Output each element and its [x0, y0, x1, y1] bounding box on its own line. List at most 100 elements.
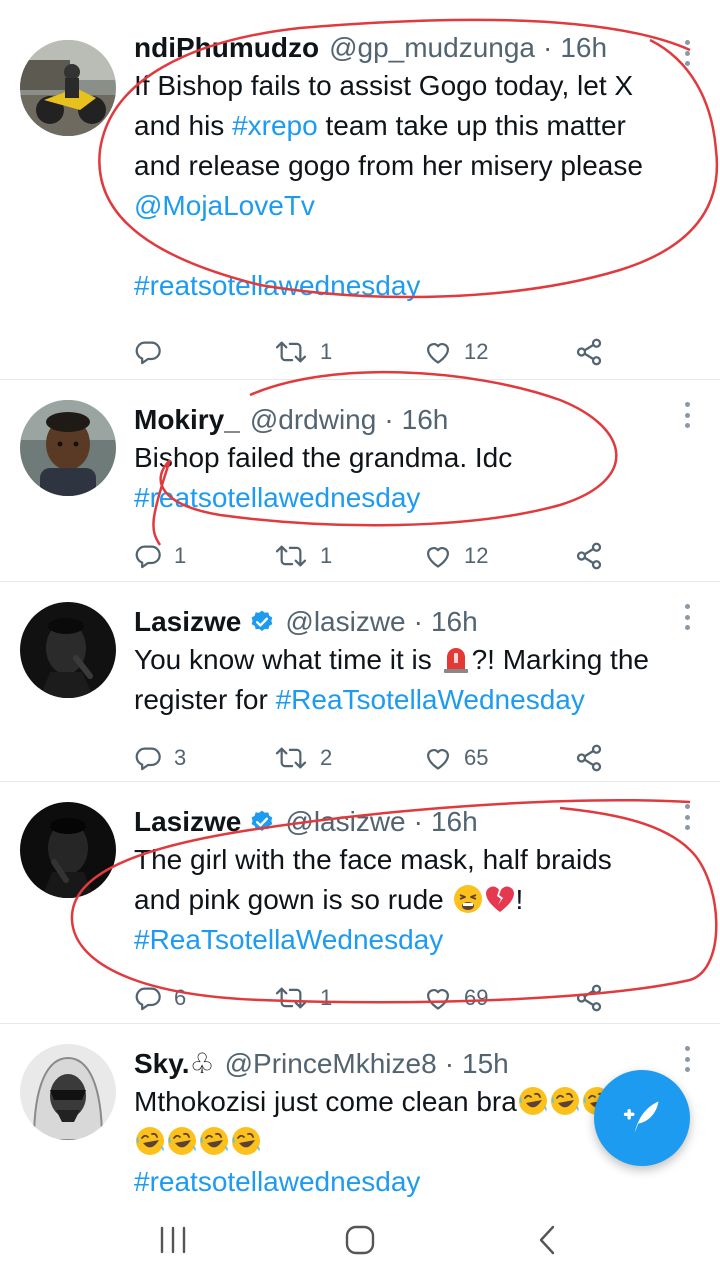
rofl-emoji	[136, 1127, 164, 1155]
like-button[interactable]: 65	[424, 744, 574, 772]
more-options-icon[interactable]	[684, 40, 690, 66]
separator-dot: ·	[444, 1048, 455, 1079]
home-button[interactable]	[330, 1210, 390, 1270]
reply-icon	[135, 341, 161, 365]
tweet-actions: 1 12	[134, 314, 690, 390]
user-handle[interactable]: @PrinceMkhize8	[225, 1046, 437, 1082]
tweet[interactable]: ndiPhumudzo @gp_mudzunga · 16h If Bishop…	[0, 0, 720, 380]
hashtag-or-mention-link[interactable]: #reatsotellawednesday	[134, 1166, 420, 1197]
hashtag-or-mention-link[interactable]: #ReaTsotellaWednesday	[134, 924, 443, 955]
hashtag-or-mention-link[interactable]: @MojaLoveTv	[134, 190, 315, 221]
share-icon	[576, 744, 602, 772]
separator-dot: ·	[413, 806, 423, 837]
timeline-feed: ndiPhumudzo @gp_mudzunga · 16h If Bishop…	[0, 0, 720, 1264]
share-button[interactable]	[574, 983, 604, 1013]
rofl-emoji	[168, 1127, 196, 1155]
tweet-text-fragment: !	[515, 884, 524, 915]
back-button[interactable]	[517, 1210, 577, 1270]
share-button[interactable]	[574, 541, 604, 571]
more-options-icon[interactable]	[684, 804, 690, 830]
reply-count: 6	[174, 985, 187, 1010]
timestamp[interactable]: 16h	[560, 30, 607, 66]
more-options-icon[interactable]	[684, 402, 690, 428]
retweet-button[interactable]: 1	[274, 542, 424, 570]
like-icon	[426, 343, 450, 364]
hashtag-or-mention-link[interactable]: #xrepo	[232, 110, 318, 141]
like-button[interactable]: 12	[424, 338, 574, 366]
reply-count: 3	[174, 745, 187, 770]
display-name[interactable]: Mokiry_	[134, 402, 240, 438]
display-name[interactable]: Sky.♧	[134, 1046, 215, 1082]
hashtag-or-mention-link[interactable]: #ReaTsotellaWednesday	[276, 684, 585, 715]
avatar[interactable]	[20, 400, 116, 496]
more-options-icon[interactable]	[684, 1046, 690, 1072]
retweet-count: 2	[320, 745, 333, 770]
hashtag-or-mention-link[interactable]: #reatsotellawednesday	[134, 270, 420, 301]
retweet-button[interactable]: 1	[274, 984, 424, 1012]
recent-apps-icon	[161, 1226, 186, 1253]
hashtag-or-mention-link[interactable]: #reatsotellawednesday	[134, 482, 420, 513]
rofl-emoji	[550, 1087, 579, 1115]
user-handle[interactable]: @lasizwe	[285, 804, 405, 840]
verified-badge-icon	[251, 610, 273, 631]
avatar[interactable]	[20, 40, 116, 136]
retweet-icon	[275, 341, 307, 363]
retweet-button[interactable]: 1	[274, 338, 424, 366]
share-icon	[576, 984, 602, 1012]
reply-button[interactable]: 6	[134, 984, 274, 1012]
rofl-emoji	[232, 1127, 260, 1155]
recent-apps-button[interactable]	[143, 1210, 203, 1270]
rofl-emoji	[518, 1087, 547, 1115]
tweet-text: The girl with the face mask, half braids…	[134, 840, 690, 960]
back-icon	[539, 1225, 554, 1254]
tweet-text-fragment: You know what time it is	[134, 644, 440, 675]
retweet-icon	[275, 747, 307, 769]
reply-icon	[135, 747, 161, 771]
reply-button[interactable]: 3	[134, 744, 274, 772]
timestamp[interactable]: 16h	[402, 402, 449, 438]
broken-heart-emoji	[485, 886, 514, 912]
avatar[interactable]	[20, 802, 116, 898]
like-count: 12	[464, 543, 489, 568]
retweet-icon	[275, 987, 307, 1009]
like-icon	[426, 547, 450, 568]
compose-tweet-icon	[623, 1101, 659, 1133]
like-button[interactable]: 12	[424, 542, 574, 570]
tweet-text: You know what time it is ?! Marking the …	[134, 640, 690, 720]
compose-tweet-button[interactable]	[594, 1070, 690, 1166]
reply-count: 1	[174, 543, 187, 568]
reply-icon	[135, 545, 161, 569]
reply-button[interactable]: 1	[134, 542, 274, 570]
tweet[interactable]: Mokiry_ @drdwing · 16h Bishop failed the…	[0, 380, 720, 582]
tweet-text: If Bishop fails to assist Gogo today, le…	[134, 66, 690, 306]
timestamp[interactable]: 15h	[462, 1046, 509, 1082]
rotating-light-emoji	[443, 648, 468, 673]
timestamp[interactable]: 16h	[431, 804, 478, 840]
tweet-text-fragment: Bishop failed the grandma. Idc	[134, 442, 513, 473]
like-icon	[426, 989, 450, 1010]
separator-dot: ·	[384, 404, 394, 435]
retweet-button[interactable]: 2	[274, 744, 424, 772]
timestamp[interactable]: 16h	[431, 604, 478, 640]
system-navigation-bar	[0, 1200, 720, 1279]
share-icon	[576, 542, 602, 570]
display-name[interactable]: Lasizwe	[134, 804, 241, 840]
display-name[interactable]: ndiPhumudzo	[134, 30, 319, 66]
reply-button[interactable]	[134, 338, 274, 366]
tweet[interactable]: Lasizwe @lasizwe · 16h You know what tim…	[0, 582, 720, 782]
tired-face-emoji	[453, 885, 482, 913]
tweet[interactable]: Lasizwe @lasizwe · 16h The girl with the…	[0, 782, 720, 1024]
retweet-count: 1	[320, 985, 333, 1010]
more-options-icon[interactable]	[684, 604, 690, 630]
avatar[interactable]	[20, 602, 116, 698]
avatar[interactable]	[20, 1044, 116, 1140]
like-button[interactable]: 69	[424, 984, 574, 1012]
user-handle[interactable]: @drdwing	[250, 402, 376, 438]
user-handle[interactable]: @lasizwe	[285, 604, 405, 640]
share-button[interactable]	[574, 743, 604, 773]
user-handle[interactable]: @gp_mudzunga	[329, 30, 535, 66]
display-name[interactable]: Lasizwe	[134, 604, 241, 640]
share-button[interactable]	[574, 337, 604, 367]
like-count: 69	[464, 985, 489, 1010]
reply-icon	[135, 987, 161, 1011]
